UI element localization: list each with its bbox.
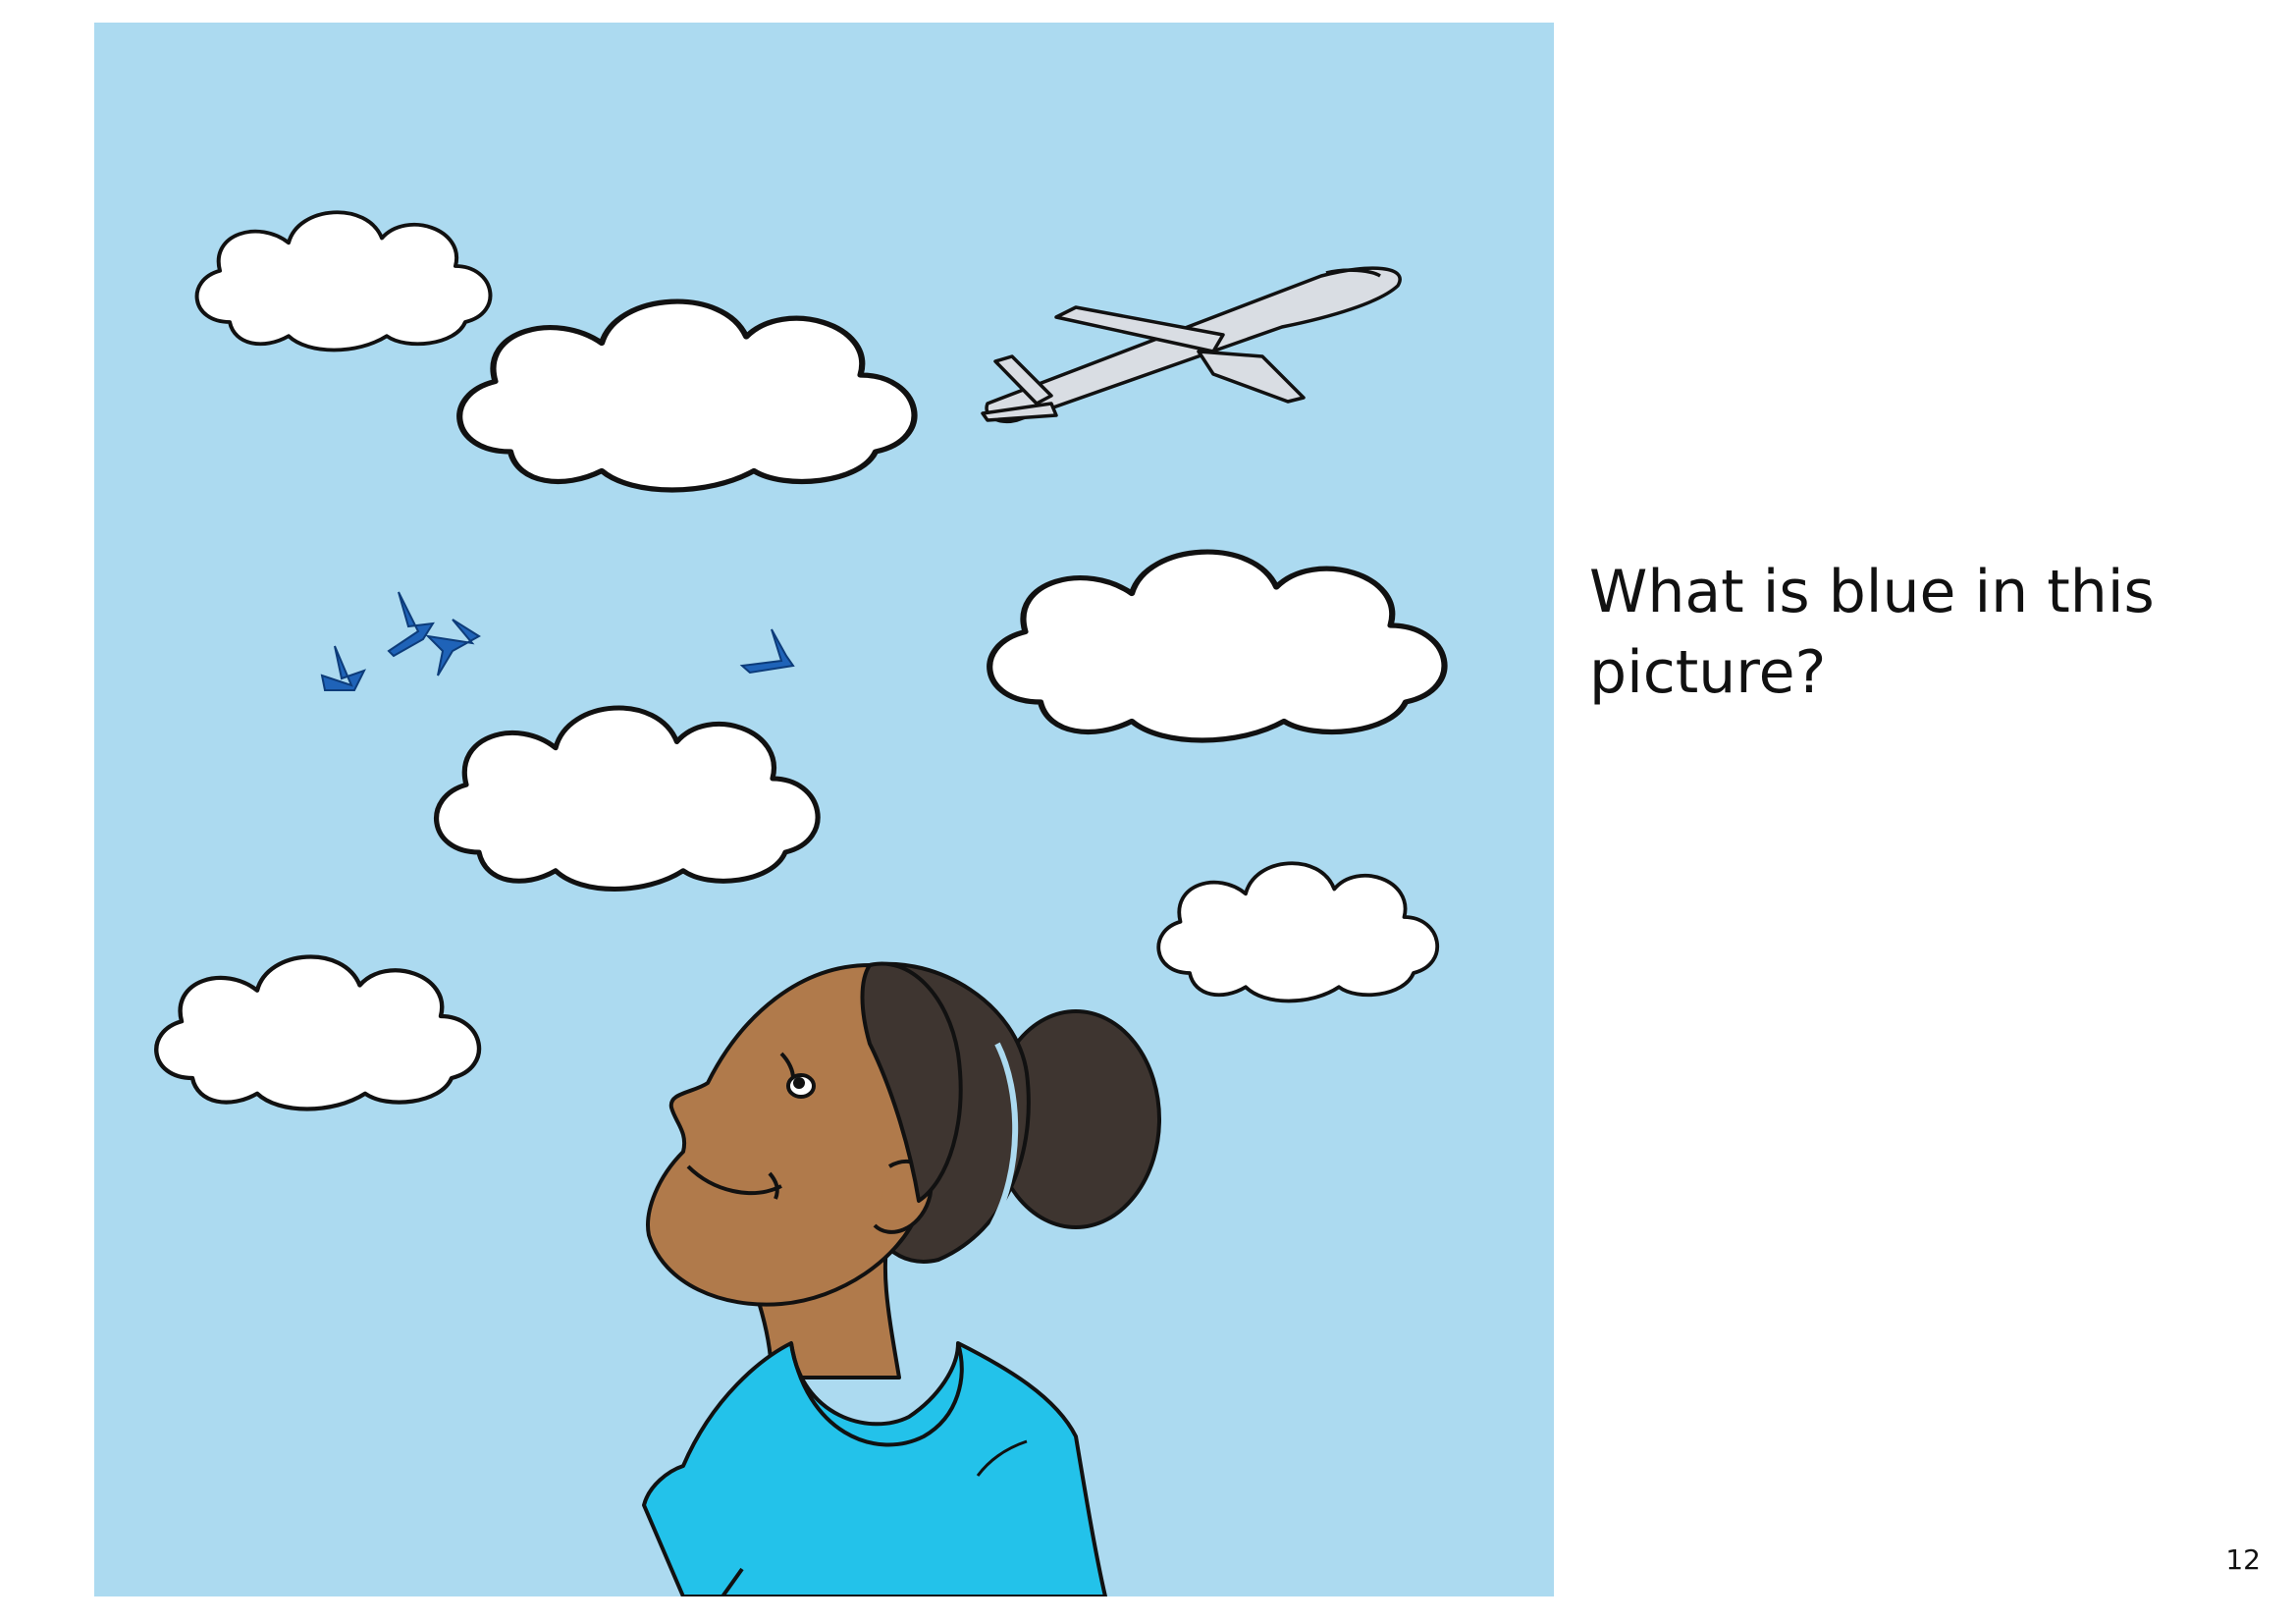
question-text: What is blue in this picture? — [1589, 558, 2155, 707]
page-number: 12 — [2225, 1543, 2261, 1576]
girl — [642, 961, 1161, 1596]
cloud-5 — [156, 957, 479, 1109]
cloud-1 — [194, 210, 493, 352]
book-page: What is blue in this picture? 12 — [0, 0, 2296, 1623]
airplane — [981, 266, 1402, 423]
birds — [320, 591, 795, 691]
illustration-girl-looking-at-sky — [94, 23, 1554, 1596]
cloud-6 — [1156, 861, 1440, 1003]
cloud-4 — [437, 708, 819, 890]
illustration-svg — [94, 210, 1554, 1596]
cloud-3 — [989, 552, 1444, 740]
cloud-2 — [459, 301, 914, 490]
